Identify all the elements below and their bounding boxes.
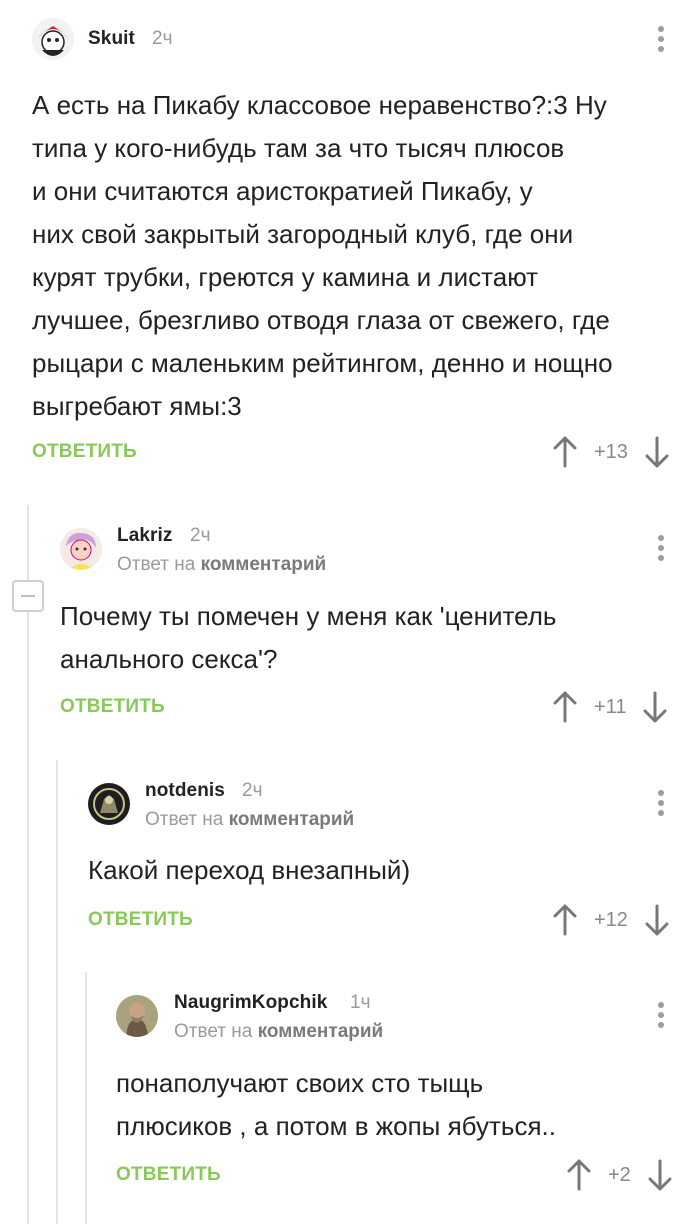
comment-text-line: понаполучают своих сто тыщь (116, 1068, 484, 1098)
reply-button[interactable]: ОТВЕТИТЬ (116, 1164, 221, 1186)
author-name[interactable]: NaugrimKopchik (174, 992, 327, 1014)
comment-naugrimkopchik: NaugrimKopchik 1ч Ответ на комментарий п… (0, 0, 700, 1224)
downvote-arrow-icon[interactable] (647, 1159, 673, 1191)
comment-text-line: плюсиков , а потом в жопы ябуться.. (116, 1111, 556, 1141)
avatar-naugrimkopchik-image (116, 995, 158, 1037)
reply-to-prefix: Ответ на (174, 1021, 253, 1042)
avatar[interactable] (116, 995, 158, 1037)
reply-to-link[interactable]: Ответ на комментарий (174, 1021, 383, 1043)
rating-count: +2 (608, 1163, 631, 1186)
comment-time: 1ч (350, 992, 371, 1013)
vote-controls: +2 (566, 1159, 673, 1191)
comment-text: понаполучают своих сто тыщь плюсиков , а… (116, 1062, 676, 1148)
upvote-arrow-icon[interactable] (566, 1159, 592, 1191)
more-vertical-icon[interactable] (656, 1002, 666, 1032)
reply-to-target[interactable]: комментарий (258, 1021, 384, 1042)
